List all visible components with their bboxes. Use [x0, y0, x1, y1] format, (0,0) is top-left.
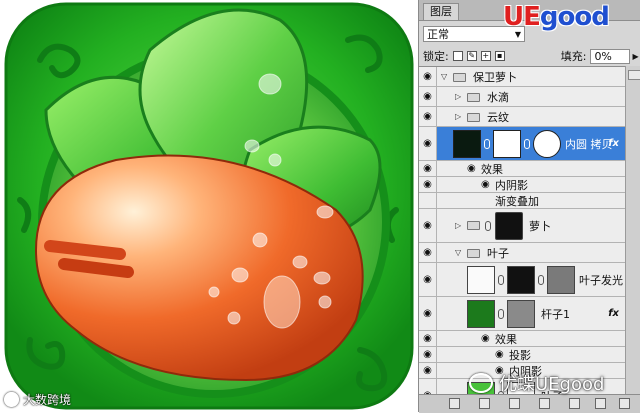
chevron-right-icon[interactable]: ▶	[632, 52, 638, 61]
layers-list: ◉ ▽ 保卫萝卜 ◉ ▷ 水滴 ◉ ▷ 云纹 ◉ 内圆 拷贝 fx ◉ ◉ 效果…	[419, 66, 640, 395]
triangle-right-icon[interactable]: ▷	[455, 87, 461, 106]
layer-carrot[interactable]: ◉ ▷ 萝卜	[419, 209, 625, 243]
layer-thumbnail	[467, 300, 495, 328]
triangle-down-icon[interactable]: ▽	[441, 67, 447, 86]
folder-icon	[467, 249, 480, 258]
vector-mask-thumbnail	[533, 130, 561, 158]
layer-group-baowei[interactable]: ◉ ▽ 保卫萝卜	[419, 67, 625, 87]
fx-icon[interactable]: fx	[608, 127, 619, 160]
eye-icon[interactable]: ◉	[419, 363, 437, 378]
triangle-right-icon[interactable]: ▷	[455, 209, 461, 242]
lock-paint-icon[interactable]: ✎	[466, 51, 477, 61]
layer-stem-1[interactable]: ◉ 杆子1 fx	[419, 297, 625, 331]
eye-icon[interactable]: ◉	[419, 177, 437, 192]
link-icon[interactable]	[538, 275, 544, 285]
triangle-down-icon[interactable]: ▽	[455, 243, 461, 262]
effect-visibility-icon[interactable]: ◉	[495, 347, 504, 362]
layer-thumbnail	[467, 266, 495, 294]
eye-icon[interactable]: ◉	[419, 263, 437, 296]
layer-effect-gradient-overlay[interactable]: ◉ 渐变叠加	[419, 193, 625, 209]
layer-inner-circle-copy[interactable]: ◉ 内圆 拷贝 fx	[419, 127, 625, 161]
adjustment-layer-icon[interactable]	[539, 398, 550, 409]
mask-thumbnail	[507, 300, 535, 328]
watermark-right: 优蝶UEgood	[469, 370, 604, 396]
eye-icon[interactable]: ◉	[419, 161, 437, 176]
eye-icon[interactable]: ◉	[419, 193, 437, 208]
effect-visibility-icon[interactable]: ◉	[481, 177, 490, 192]
folder-icon	[467, 93, 480, 102]
eye-icon[interactable]: ◉	[419, 379, 437, 395]
folder-icon	[453, 73, 466, 82]
trash-icon[interactable]	[619, 398, 630, 409]
layer-group-water[interactable]: ◉ ▷ 水滴	[419, 87, 625, 107]
add-mask-icon[interactable]	[509, 398, 520, 409]
mask-thumbnail	[493, 130, 521, 158]
layers-panel: 图层 UEgood 正常 ▼ 锁定: ✎ + ▪ 填充: 0% ▶ ◉ ▽ 保卫…	[418, 0, 640, 413]
mask-thumbnail	[547, 266, 575, 294]
fill-label: 填充:	[560, 50, 587, 63]
lock-transparency-icon[interactable]	[452, 51, 463, 61]
link-icon[interactable]	[498, 309, 504, 319]
effects-icon: ◉	[481, 333, 490, 344]
new-group-icon[interactable]	[569, 398, 580, 409]
link-icon[interactable]	[485, 221, 491, 231]
layer-leaf-glow[interactable]: ◉ 叶子发光	[419, 263, 625, 297]
artwork-canvas[interactable]: 大数跨境	[0, 0, 418, 412]
eye-icon[interactable]: ◉	[419, 67, 437, 86]
lock-all-icon[interactable]: ▪	[494, 51, 505, 61]
carrot-app-icon	[0, 0, 418, 412]
fill-input[interactable]: 0%	[590, 48, 631, 64]
eye-icon[interactable]: ◉	[419, 347, 437, 362]
eye-icon[interactable]: ◉	[419, 243, 437, 262]
fx-icon[interactable]: fx	[608, 297, 619, 330]
eye-icon[interactable]: ◉	[419, 127, 437, 160]
add-style-icon[interactable]	[479, 398, 490, 409]
folder-icon	[467, 113, 480, 122]
eye-icon[interactable]: ◉	[419, 209, 437, 242]
blend-mode-select[interactable]: 正常 ▼	[423, 26, 525, 42]
layer-thumbnail	[453, 130, 481, 158]
wechat-icon	[469, 373, 493, 393]
weibo-icon	[4, 392, 19, 407]
eye-icon[interactable]: ◉	[419, 297, 437, 330]
watermark-left: 大数跨境	[4, 391, 71, 408]
layer-group-cloud[interactable]: ◉ ▷ 云纹	[419, 107, 625, 127]
triangle-right-icon[interactable]: ▷	[455, 107, 461, 126]
layers-scrollbar[interactable]	[625, 66, 640, 394]
eye-icon[interactable]: ◉	[419, 87, 437, 106]
tab-layers[interactable]: 图层	[423, 3, 459, 20]
scroll-up-icon[interactable]	[628, 70, 640, 80]
layer-effects-header[interactable]: ◉ ◉ 效果	[419, 331, 625, 347]
layer-effect-inner-shadow[interactable]: ◉ ◉ 内阴影	[419, 177, 625, 193]
lock-label: 锁定:	[423, 50, 449, 63]
link-icon[interactable]	[484, 139, 490, 149]
layers-toolbar	[419, 394, 640, 413]
layer-effects-header[interactable]: ◉ ◉ 效果	[419, 161, 625, 177]
lock-move-icon[interactable]: +	[480, 51, 491, 61]
mask-thumbnail	[507, 266, 535, 294]
effects-icon: ◉	[467, 163, 476, 174]
layer-effect-drop-shadow[interactable]: ◉ ◉ 投影	[419, 347, 625, 363]
link-layers-icon[interactable]	[449, 398, 460, 409]
chevron-down-icon: ▼	[514, 30, 521, 39]
eye-icon[interactable]: ◉	[419, 107, 437, 126]
layer-group-leaves[interactable]: ◉ ▽ 叶子	[419, 243, 625, 263]
lock-row: 锁定: ✎ + ▪ 填充: 0% ▶	[419, 46, 640, 66]
mask-thumbnail	[495, 212, 523, 240]
link-icon[interactable]	[524, 139, 530, 149]
link-icon[interactable]	[498, 275, 504, 285]
eye-icon[interactable]: ◉	[419, 331, 437, 346]
new-layer-icon[interactable]	[595, 398, 606, 409]
folder-icon	[467, 221, 480, 230]
